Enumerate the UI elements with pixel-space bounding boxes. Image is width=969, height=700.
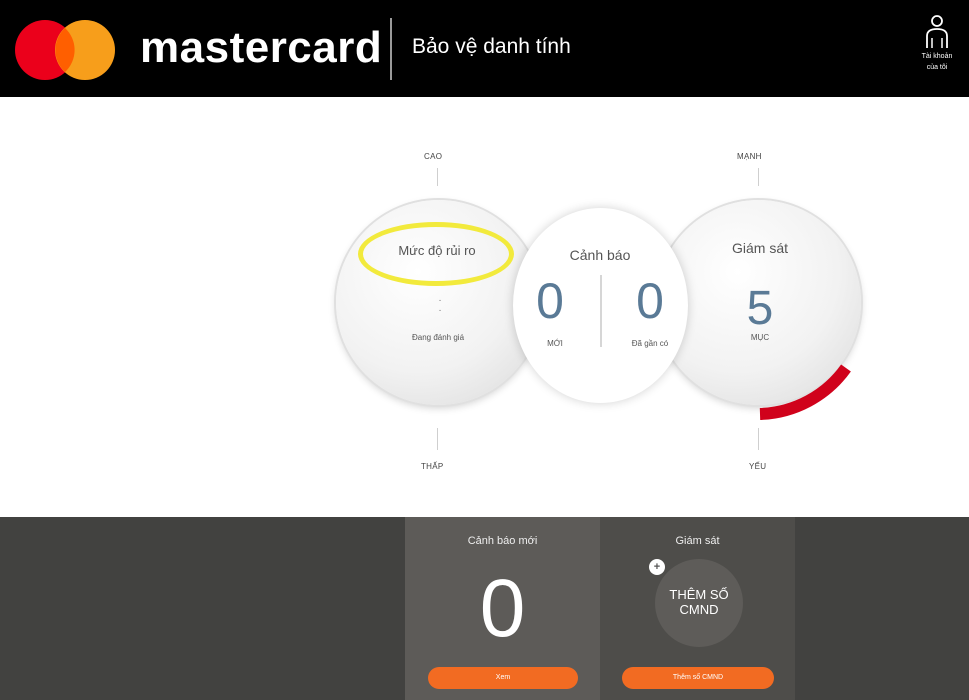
mastercard-logo-icon[interactable] <box>15 20 115 80</box>
right-bottom-tick <box>758 428 759 450</box>
account-label-1: Tài khoản <box>921 53 953 60</box>
monitor-count: 5 <box>746 282 774 335</box>
new-alerts-panel: Cảnh báo mới 0 Xem <box>405 517 600 700</box>
monitor-unit: MỤC <box>750 333 770 342</box>
user-icon <box>926 15 948 48</box>
add-id-text: THÊM SỐ CMND <box>655 587 743 617</box>
right-top-tick <box>758 168 759 186</box>
monitor-panel-title: Giám sát <box>675 535 720 547</box>
alerts-title: Cảnh báo <box>569 247 631 263</box>
risk-dots: · · <box>438 295 442 316</box>
page: mastercard Bảo vệ danh tính Tài khoản củ… <box>0 0 969 700</box>
alerts-seen-count: 0 <box>636 273 664 329</box>
add-id-line2: CMND <box>679 602 719 617</box>
monitor-weak-label: YẾU <box>749 462 767 471</box>
alerts-new-label: MỚI <box>547 339 563 348</box>
page-title: Bảo vệ danh tính <box>412 35 571 58</box>
alerts-seen-label: Đã gần có <box>631 339 669 348</box>
add-id-button[interactable]: Thêm số CMND <box>622 667 774 689</box>
header-divider <box>390 18 392 80</box>
new-alerts-title: Cảnh báo mới <box>467 535 538 547</box>
header-bar: mastercard Bảo vệ danh tính Tài khoản củ… <box>0 0 969 97</box>
my-account-button[interactable]: Tài khoản của tôi <box>915 14 959 72</box>
brand-name: mastercard <box>140 23 383 72</box>
monitor-panel: Giám sát + THÊM SỐ CMND Thêm số CMND <box>600 517 795 700</box>
risk-high-label: CAO <box>424 152 443 161</box>
add-id-line1: THÊM SỐ <box>669 587 729 602</box>
left-top-tick <box>437 168 438 186</box>
plus-icon: + <box>649 559 665 575</box>
new-alerts-count: 0 <box>479 563 526 654</box>
alerts-divider <box>600 275 602 347</box>
risk-low-label: THẤP <box>421 462 444 471</box>
monitor-title: Giám sát <box>731 240 788 256</box>
highlight-annotation <box>358 222 514 286</box>
account-label-2: của tôi <box>926 64 948 71</box>
alerts-new-count: 0 <box>536 273 564 329</box>
view-alerts-button[interactable]: Xem <box>428 667 578 689</box>
monitor-strong-label: MẠNH <box>737 152 762 161</box>
left-bottom-tick <box>437 428 438 450</box>
risk-status: Đang đánh giá <box>411 333 465 342</box>
add-id-circle[interactable]: + THÊM SỐ CMND <box>649 559 743 647</box>
